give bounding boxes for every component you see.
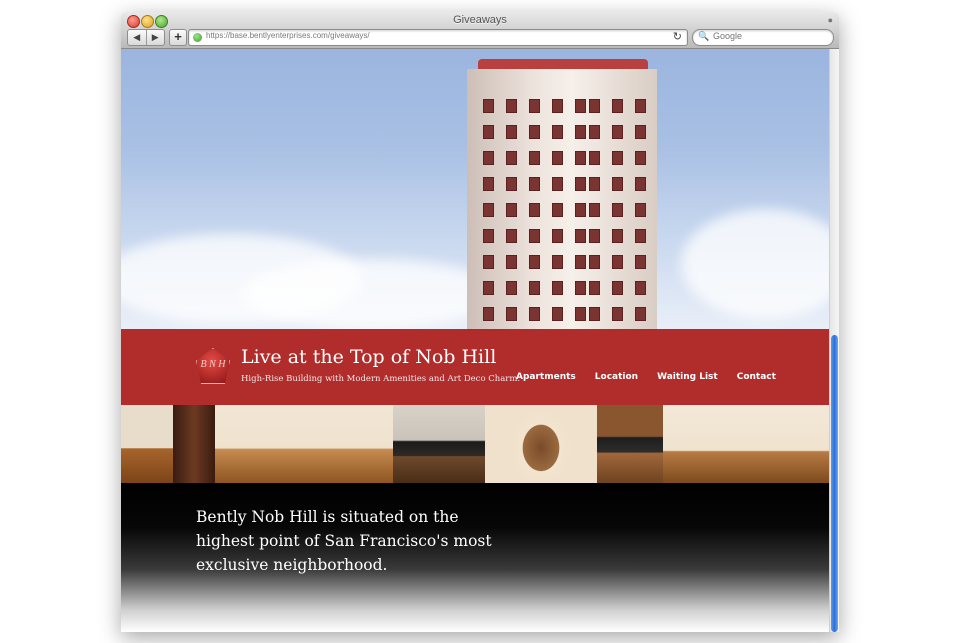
building-windows-side <box>589 99 646 321</box>
search-input[interactable] <box>713 31 823 41</box>
reload-icon[interactable]: ↻ <box>673 30 682 43</box>
nav-waiting-list[interactable]: Waiting List <box>657 372 718 382</box>
address-bar[interactable]: https://base.bentlyenterprises.com/givea… <box>188 29 688 46</box>
intro-text: Bently Nob Hill is situated on the highe… <box>196 508 492 574</box>
search-field[interactable]: 🔍 <box>692 29 834 46</box>
site-title: Live at the Top of Nob Hill <box>241 346 497 368</box>
interior-photo-strip <box>121 405 829 483</box>
interior-photo <box>485 405 597 483</box>
interior-photo <box>121 405 173 483</box>
browser-toolbar: Giveaways ● ◀ ▶ + https://base.bentlyent… <box>121 12 839 49</box>
interior-photo <box>215 405 393 483</box>
lock-icon: ● <box>827 15 833 25</box>
search-icon[interactable]: 🔍 <box>698 31 709 42</box>
site-tagline: High-Rise Building with Modern Amenities… <box>241 374 521 384</box>
logo-icon[interactable]: B N H <box>196 348 230 384</box>
globe-icon <box>193 33 202 42</box>
nav-location[interactable]: Location <box>595 372 638 382</box>
add-bookmark-icon[interactable]: + <box>169 29 187 46</box>
hero-image <box>121 49 839 331</box>
history-buttons: ◀ ▶ <box>127 29 165 46</box>
browser-window: Giveaways ● ◀ ▶ + https://base.bentlyent… <box>121 12 839 632</box>
nav-apartments[interactable]: Apartments <box>516 372 576 382</box>
interior-photo <box>663 405 829 483</box>
forward-icon[interactable]: ▶ <box>147 30 165 45</box>
interior-photo <box>597 405 663 483</box>
building-windows <box>483 99 586 321</box>
scrollbar-thumb[interactable] <box>831 335 838 632</box>
intro-section: Bently Nob Hill is situated on the highe… <box>121 483 829 632</box>
building-photo <box>467 69 657 331</box>
interior-photo <box>393 405 485 483</box>
back-icon[interactable]: ◀ <box>128 30 147 45</box>
main-nav: Apartments Location Waiting List Contact <box>516 372 776 382</box>
logo-letters: B N H <box>200 359 226 370</box>
site-header-banner: B N H Live at the Top of Nob Hill High-R… <box>121 329 829 405</box>
page-viewport: B N H Live at the Top of Nob Hill High-R… <box>121 49 839 632</box>
window-title: Giveaways <box>453 14 507 26</box>
vertical-scrollbar[interactable] <box>829 49 839 632</box>
url-text[interactable]: https://base.bentlyenterprises.com/givea… <box>206 31 370 40</box>
nav-contact[interactable]: Contact <box>737 372 776 382</box>
interior-photo <box>173 405 215 483</box>
